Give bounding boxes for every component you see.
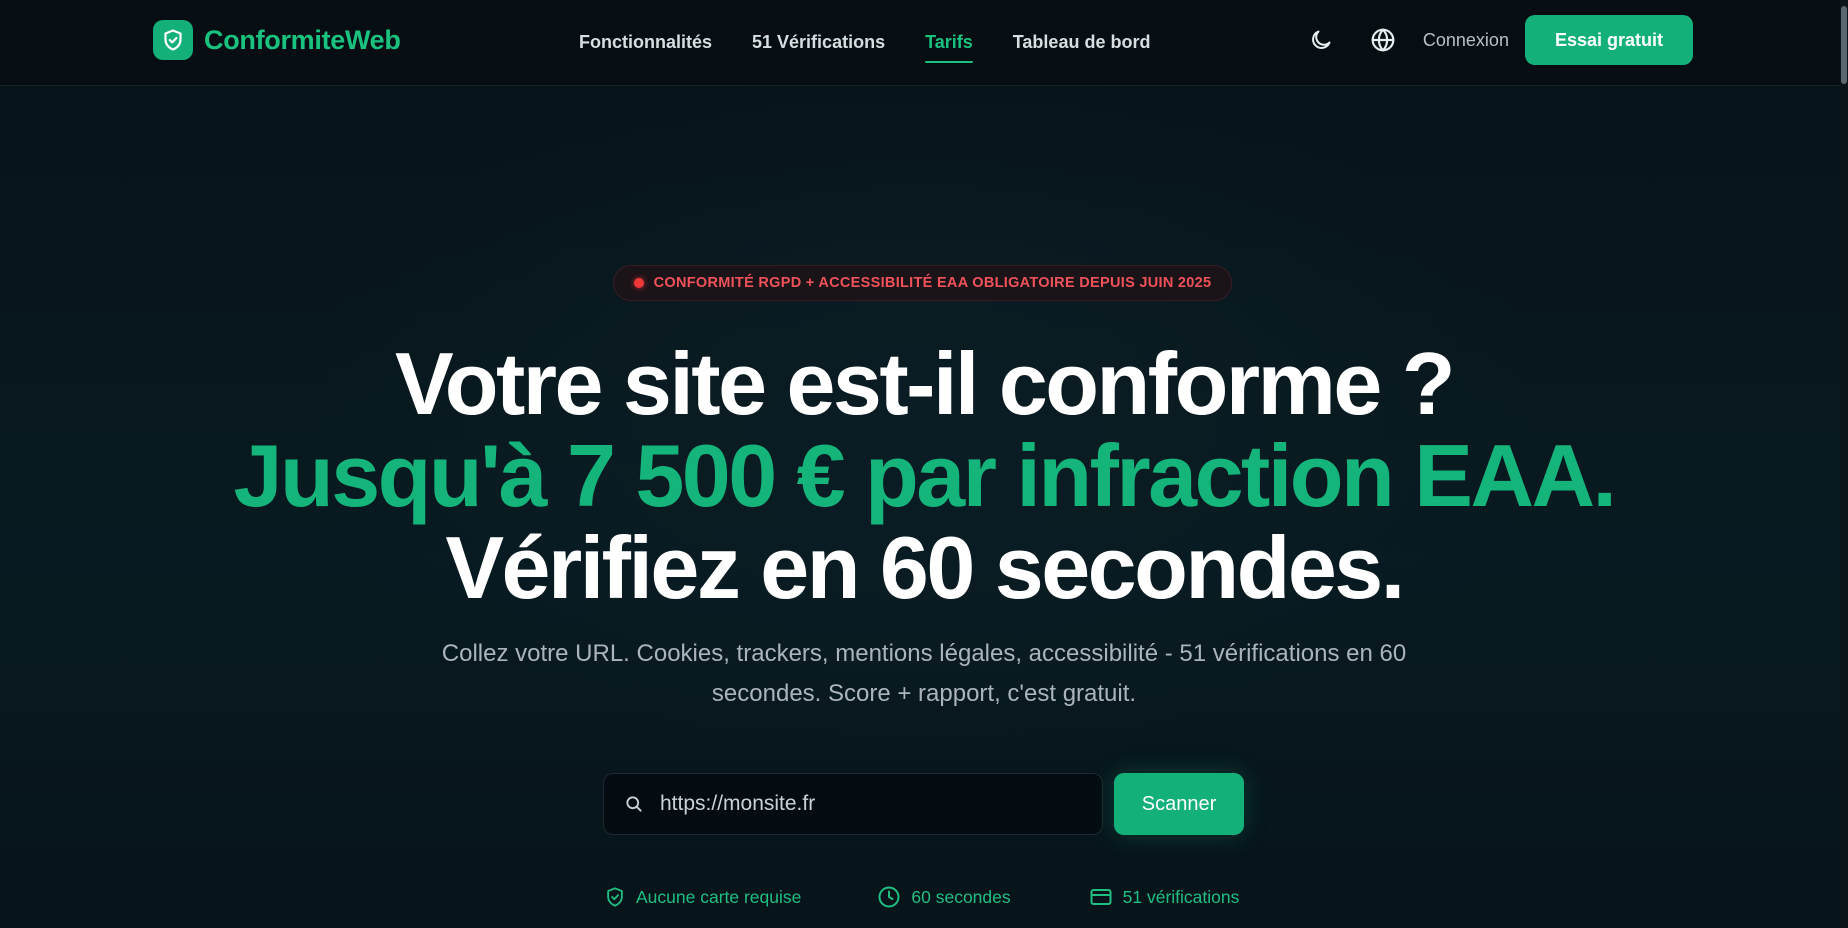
- logo-link[interactable]: ConformiteWeb: [153, 20, 401, 60]
- top-navbar: ConformiteWeb Fonctionnalités 51 Vérific…: [0, 0, 1848, 86]
- red-dot-icon: [633, 278, 644, 288]
- header-actions: Connexion Essai gratuit: [1301, 15, 1693, 65]
- headline-line1: Votre site est-il conforme ?: [395, 334, 1455, 433]
- shield-logo-icon: [153, 20, 193, 60]
- compliance-badge: CONFORMITÉ RGPD + ACCESSIBILITÉ EAA OBLI…: [613, 265, 1232, 301]
- moon-icon[interactable]: [1301, 20, 1341, 60]
- hero-subtitle: Collez votre URL. Cookies, trackers, men…: [441, 640, 1407, 707]
- hero-headline: Votre site est-il conforme ? Jusqu'à 7 5…: [224, 338, 1624, 614]
- feature-label: 51 vérifications: [1122, 886, 1240, 907]
- scan-button[interactable]: Scanner: [1114, 773, 1244, 835]
- shield-check-icon: [604, 886, 626, 908]
- feature-time: 60 secondes: [877, 885, 1011, 909]
- clock-icon: [877, 885, 901, 909]
- nav-item-tarifs[interactable]: Tarifs: [925, 32, 973, 63]
- scrollbar-thumb[interactable]: [1841, 6, 1847, 84]
- scan-form: Scanner: [603, 773, 1244, 835]
- feature-list: Aucune carte requise 60 secondes 51 véri…: [604, 882, 1239, 912]
- page-scrollbar[interactable]: [1840, 0, 1848, 928]
- url-search-box[interactable]: [603, 773, 1103, 835]
- nav-item-verifications[interactable]: 51 Vérifications: [752, 32, 885, 53]
- headline-end: Vérifiez en 60 secondes.: [445, 518, 1405, 617]
- nav-item-fonctionnalites[interactable]: Fonctionnalités: [579, 32, 712, 53]
- feature-no-card: Aucune carte requise: [604, 886, 801, 908]
- nav-item-tableau-de-bord[interactable]: Tableau de bord: [1013, 32, 1151, 53]
- logo-text: ConformiteWeb: [204, 24, 401, 55]
- feature-checks: 51 vérifications: [1089, 885, 1240, 909]
- landing-page: ConformiteWeb Fonctionnalités 51 Vérific…: [0, 0, 1848, 928]
- main-nav: Fonctionnalités 51 Vérifications Tarifs …: [579, 0, 1190, 85]
- badge-text: CONFORMITÉ RGPD + ACCESSIBILITÉ EAA OBLI…: [653, 275, 1212, 291]
- login-link[interactable]: Connexion: [1423, 30, 1509, 51]
- globe-icon[interactable]: [1363, 20, 1403, 60]
- feature-label: Aucune carte requise: [636, 886, 802, 907]
- headline-green: Jusqu'à 7 500 € par infraction EAA.: [233, 426, 1618, 525]
- url-input[interactable]: [658, 791, 1082, 817]
- feature-label: 60 secondes: [911, 886, 1011, 907]
- free-trial-button[interactable]: Essai gratuit: [1524, 15, 1693, 65]
- credit-card-icon: [1089, 885, 1113, 909]
- search-icon: [624, 794, 644, 814]
